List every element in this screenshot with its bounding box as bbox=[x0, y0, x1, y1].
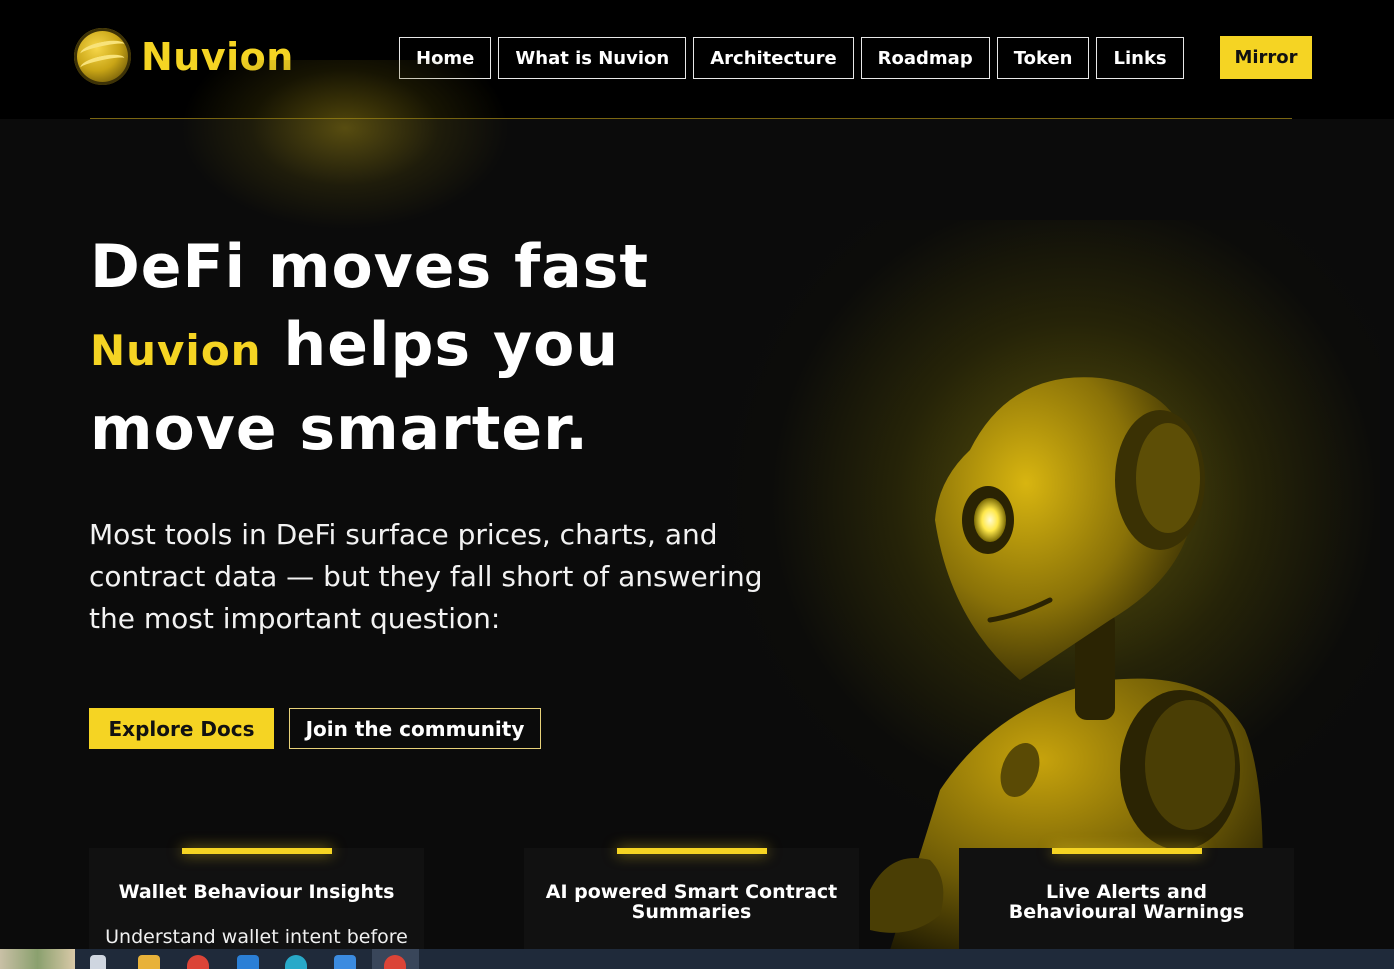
feature-card-ai-summaries: AI powered Smart Contract Summaries bbox=[524, 848, 859, 949]
feature-card-text: Understand wallet intent before bbox=[105, 926, 408, 948]
feature-card-wallet: Wallet Behaviour Insights Understand wal… bbox=[89, 848, 424, 949]
chrome-icon[interactable] bbox=[187, 955, 209, 969]
nav-item-architecture[interactable]: Architecture bbox=[693, 37, 854, 79]
file-explorer-icon[interactable] bbox=[138, 955, 160, 969]
nav-item-token[interactable]: Token bbox=[996, 37, 1090, 79]
nuvion-logo-icon bbox=[74, 28, 131, 85]
hero-title-line3: move smarter. bbox=[90, 394, 589, 464]
card-accent-bar bbox=[1051, 848, 1202, 854]
top-glow bbox=[180, 60, 510, 230]
task-view-icon[interactable] bbox=[90, 955, 106, 969]
feature-card-live-alerts: Live Alerts and Behavioural Warnings bbox=[959, 848, 1294, 949]
nav-item-links[interactable]: Links bbox=[1096, 37, 1184, 79]
taskbar-thumbnail[interactable] bbox=[0, 949, 75, 969]
hero-title: DeFi moves fast Nuvion helps you move sm… bbox=[90, 228, 790, 468]
feature-card-title: Live Alerts and Behavioural Warnings bbox=[1008, 881, 1245, 923]
join-community-button[interactable]: Join the community bbox=[289, 708, 541, 749]
feature-card-title: Wallet Behaviour Insights bbox=[118, 881, 395, 903]
card-accent-bar bbox=[616, 848, 767, 854]
vscode-icon[interactable] bbox=[237, 955, 259, 969]
nav-item-roadmap[interactable]: Roadmap bbox=[860, 37, 990, 79]
card-accent-bar bbox=[181, 848, 332, 854]
os-taskbar bbox=[0, 949, 1394, 969]
edge-icon[interactable] bbox=[285, 955, 307, 969]
explore-docs-button[interactable]: Explore Docs bbox=[89, 708, 274, 749]
feature-card-title: AI powered Smart Contract Summaries bbox=[545, 881, 838, 923]
app-icon[interactable] bbox=[334, 955, 356, 969]
hero-title-accent: Nuvion bbox=[90, 326, 262, 375]
main-nav: Home What is Nuvion Architecture Roadmap… bbox=[399, 37, 1184, 79]
hero-title-line1: DeFi moves fast bbox=[90, 232, 650, 302]
hero-subtitle: Most tools in DeFi surface prices, chart… bbox=[89, 518, 763, 635]
hero-title-line2: helps you bbox=[261, 310, 620, 380]
mirror-button[interactable]: Mirror bbox=[1220, 36, 1312, 79]
nav-item-what-is-nuvion[interactable]: What is Nuvion bbox=[498, 37, 687, 79]
